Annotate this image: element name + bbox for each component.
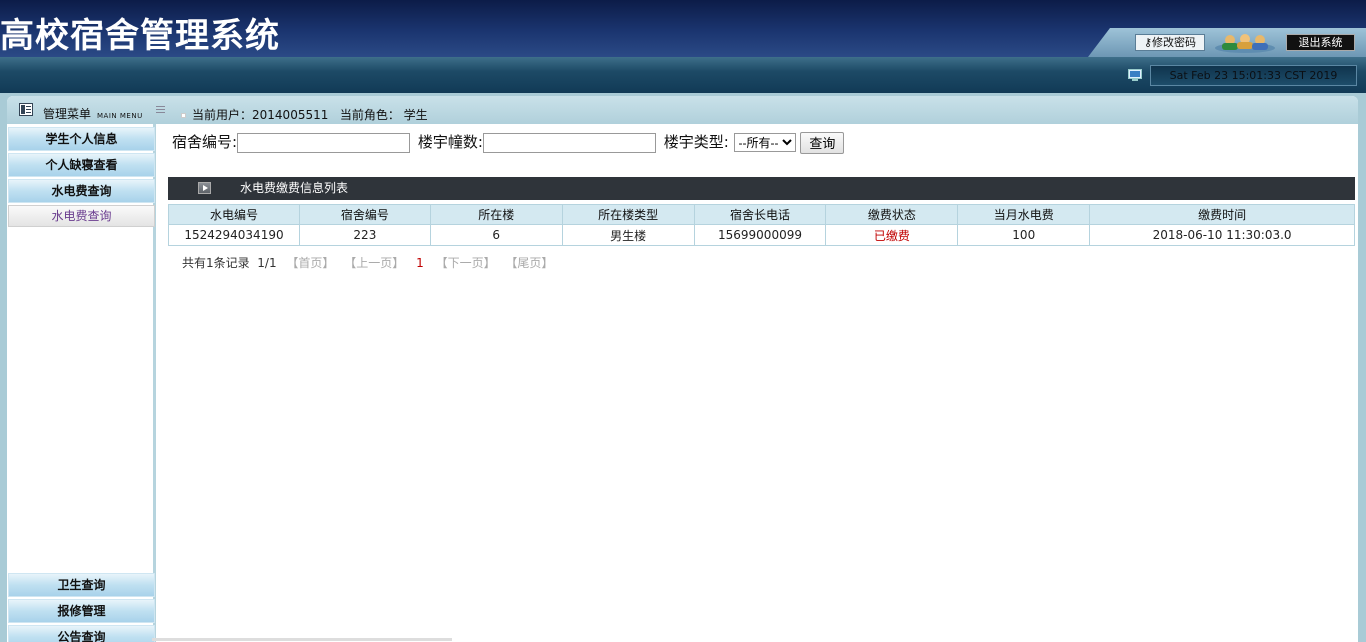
first-page-link[interactable]: 【首页】	[286, 256, 334, 270]
cell-leader-phone: 15699000099	[693, 224, 827, 246]
top-strip: 管理菜单 MAIN MENU 当前用户：2014005511 当前角色： 学生	[7, 96, 1358, 124]
sidebar-subitem-utility-query[interactable]: 水电费查询	[8, 205, 155, 227]
building-type-select[interactable]: --所有--	[733, 133, 796, 152]
current-page[interactable]: 1	[416, 256, 424, 270]
search-form: 宿舍编号: 楼宇幢数: 楼宇类型: --所有-- 查询	[172, 131, 845, 154]
cell-monthly-fee: 100	[957, 224, 1091, 246]
main-area: 管理菜单 MAIN MENU 当前用户：2014005511 当前角色： 学生 学…	[0, 93, 1366, 642]
list-title: 水电费缴费信息列表	[240, 181, 349, 195]
utility-fee-table: 水电编号 宿舍编号 所在楼 所在楼类型 宿舍长电话 缴费状态 当月水电费 缴费时…	[168, 204, 1355, 246]
cell-utility-no: 1524294034190	[168, 224, 300, 246]
query-button[interactable]: 查询	[800, 131, 845, 154]
cell-building: 6	[429, 224, 563, 246]
table-row: 1524294034190 223 6 男生楼 15699000099 已缴费 …	[168, 224, 1355, 246]
column-header: 缴费时间	[1089, 204, 1355, 225]
sidebar-item-student-info[interactable]: 学生个人信息	[8, 127, 155, 151]
last-page-link[interactable]: 【尾页】	[505, 256, 553, 270]
status-bar: Sat Feb 23 15:01:33 CST 2019	[0, 57, 1366, 93]
users-icon	[1215, 34, 1275, 53]
menu-title-en: MAIN MENU	[97, 112, 143, 120]
column-header: 水电编号	[168, 204, 300, 225]
table-header-row: 水电编号 宿舍编号 所在楼 所在楼类型 宿舍长电话 缴费状态 当月水电费 缴费时…	[168, 204, 1355, 225]
app-title: 高校宿舍管理系统	[0, 16, 280, 56]
dorm-no-label: 宿舍编号:	[172, 133, 238, 151]
current-role: 学生	[403, 108, 428, 122]
content-area: 宿舍编号: 楼宇幢数: 楼宇类型: --所有-- 查询 水电费缴费信息列表 水电…	[159, 124, 1358, 642]
cell-payment-time: 2018-06-10 11:30:03.0	[1089, 224, 1355, 246]
key-icon: ⚷	[1143, 36, 1153, 49]
building-label: 楼宇幢数:	[417, 133, 483, 151]
main-panel: 管理菜单 MAIN MENU 当前用户：2014005511 当前角色： 学生 学…	[7, 96, 1358, 642]
sidebar-item-repair[interactable]: 报修管理	[8, 599, 155, 623]
monitor-icon	[1128, 69, 1142, 81]
list-header: 水电费缴费信息列表	[168, 177, 1355, 200]
logout-button[interactable]: 退出系统	[1286, 34, 1355, 51]
next-page-link[interactable]: 【下一页】	[436, 256, 496, 270]
sidebar-item-notice[interactable]: 公告查询	[8, 625, 155, 642]
cell-dorm-no: 223	[298, 224, 431, 246]
bullet-icon	[181, 113, 186, 118]
column-header: 所在楼类型	[561, 204, 695, 225]
menu-title: 管理菜单	[43, 107, 92, 121]
building-input[interactable]	[482, 132, 656, 153]
app-header: 高校宿舍管理系统 ⚷修改密码 退出系统	[0, 0, 1366, 57]
current-user-info: 当前用户：2014005511 当前角色： 学生	[181, 106, 428, 123]
change-password-button[interactable]: ⚷修改密码	[1135, 34, 1205, 51]
sidebar-item-utility[interactable]: 水电费查询	[8, 179, 155, 203]
menu-heading: 管理菜单 MAIN MENU	[19, 103, 143, 122]
record-count: 共有1条记录	[182, 256, 250, 270]
horizontal-scrollbar[interactable]	[152, 638, 452, 641]
page-indicator: 1/1	[257, 256, 277, 270]
column-header: 宿舍编号	[298, 204, 431, 225]
play-icon	[198, 182, 211, 194]
pagination: 共有1条记录 1/1 【首页】 【上一页】 1 【下一页】 【尾页】	[182, 254, 553, 271]
menu-icon	[19, 103, 33, 116]
dorm-no-input[interactable]	[237, 132, 411, 153]
column-header: 缴费状态	[825, 204, 959, 225]
current-datetime: Sat Feb 23 15:01:33 CST 2019	[1150, 65, 1357, 86]
cell-building-type: 男生楼	[561, 224, 695, 246]
sidebar-menu: 学生个人信息 个人缺寝查看 水电费查询 水电费查询 卫生查询 报修管理 公告查询	[7, 124, 156, 642]
column-header: 当月水电费	[957, 204, 1091, 225]
column-header: 所在楼	[429, 204, 563, 225]
sidebar-item-absence[interactable]: 个人缺寝查看	[8, 153, 155, 177]
current-user: 2014005511	[252, 108, 329, 122]
collapse-lines-icon[interactable]	[156, 106, 165, 114]
column-header: 宿舍长电话	[693, 204, 827, 225]
sidebar-item-hygiene[interactable]: 卫生查询	[8, 573, 155, 597]
building-type-label: 楼宇类型:	[663, 133, 729, 151]
cell-payment-status: 已缴费	[825, 224, 959, 246]
prev-page-link[interactable]: 【上一页】	[344, 256, 404, 270]
